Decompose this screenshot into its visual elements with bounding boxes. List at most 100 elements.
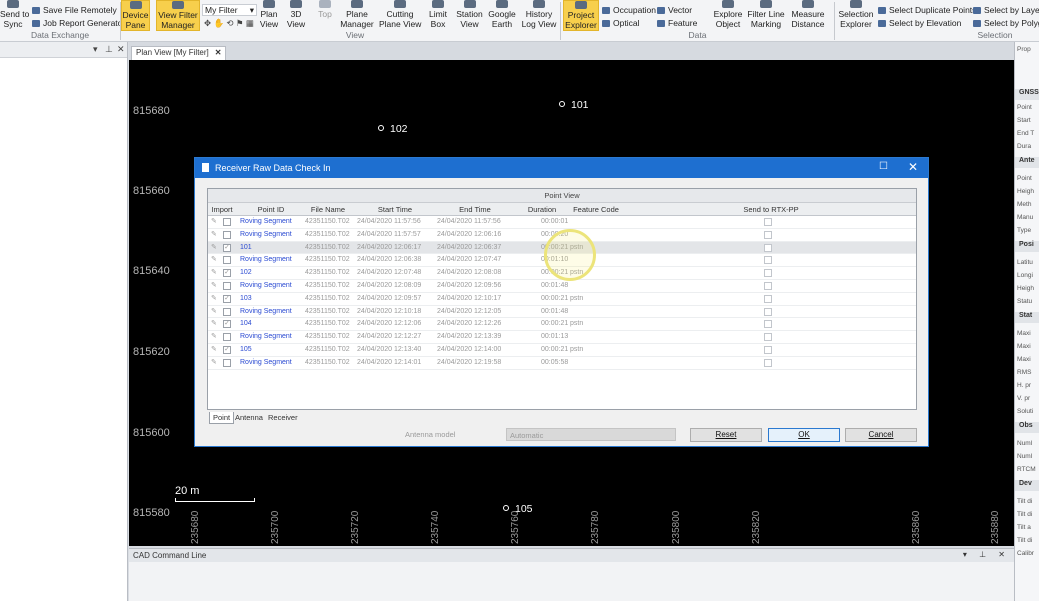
edit-pencil-icon[interactable]: ✎ [211,346,217,354]
filter-line-marking-button[interactable]: Filter Line Marking [746,0,786,29]
occupation-button[interactable]: Occupation [602,5,656,15]
survey-point[interactable]: 101 [559,99,589,111]
project-explorer-button[interactable]: Project Explorer [563,0,599,31]
edit-pencil-icon[interactable]: ✎ [211,333,217,341]
close-icon[interactable]: ✕ [908,160,918,174]
properties-tab[interactable]: Prop [1017,46,1031,53]
history-log-view-button[interactable]: History Log View [521,0,557,29]
section-gnss[interactable]: GNSS [1015,89,1039,100]
section-position[interactable]: Posi [1015,241,1039,252]
select-duplicate-points-button[interactable]: Select Duplicate Points [878,5,976,15]
edit-pencil-icon[interactable]: ✎ [211,231,217,239]
send-to-rtx-checkbox[interactable] [764,307,772,316]
import-checkbox[interactable]: ✓ [223,320,231,329]
import-checkbox[interactable] [223,230,231,239]
column-header[interactable]: Send to RTX-PP [628,205,914,214]
view-filter-manager-button[interactable]: View Filter Manager [156,0,200,31]
import-checkbox[interactable]: ✓ [223,269,231,278]
optical-button[interactable]: Optical [602,18,639,28]
send-to-rtx-checkbox[interactable] [764,218,772,226]
table-row[interactable]: ✎ ✓ 104 42351150.T02 24/04/2020 12:12:06 24/0… [208,318,916,332]
survey-point[interactable]: 102 [378,123,408,135]
tab-plan-view[interactable]: Plan View [My Filter] ✕ [131,46,227,60]
feature-button[interactable]: Feature [657,18,697,28]
select-by-polygon-button[interactable]: Select by Polyg [973,18,1039,28]
import-checkbox[interactable] [223,281,231,290]
edit-pencil-icon[interactable]: ✎ [211,282,217,290]
import-checkbox[interactable]: ✓ [223,345,231,354]
top-view-button[interactable]: Top [314,0,336,19]
panel-controls[interactable]: ▾ ⊥ ✕ [963,550,1010,559]
send-to-rtx-checkbox[interactable] [764,320,772,329]
maximize-icon[interactable]: ☐ [879,161,888,172]
vector-button[interactable]: Vector [657,5,692,15]
edit-pencil-icon[interactable]: ✎ [211,320,217,328]
reset-button[interactable]: Reset [690,428,762,442]
pane-dropdown-icon[interactable]: ▾ [93,44,98,55]
select-by-layer-button[interactable]: Select by Layer [973,5,1039,15]
column-header[interactable]: Duration [516,205,568,214]
tab-point[interactable]: Point [209,412,235,424]
ok-button[interactable]: OK [768,428,840,442]
send-to-rtx-checkbox[interactable] [764,281,772,290]
import-checkbox[interactable]: ✓ [223,294,231,303]
selection-explorer-button[interactable]: Selection Explorer [837,0,875,29]
tab-antenna[interactable]: Antenna [232,412,266,423]
send-to-rtx-checkbox[interactable] [764,358,772,367]
section-observations[interactable]: Obs [1015,422,1039,433]
send-to-rtx-checkbox[interactable] [764,243,772,252]
3d-view-button[interactable]: 3D View [284,0,308,29]
send-to-rtx-checkbox[interactable] [764,294,772,303]
plan-view-button[interactable]: Plan View [258,0,280,29]
send-to-sync-button[interactable]: Send to Sync [0,0,29,29]
edit-pencil-icon[interactable]: ✎ [211,359,217,367]
edit-pencil-icon[interactable]: ✎ [211,269,217,277]
plane-manager-button[interactable]: Plane Manager [340,0,374,29]
limit-box-button[interactable]: Limit Box [426,0,450,29]
import-checkbox[interactable] [223,256,231,265]
column-header[interactable]: Point ID [236,205,306,214]
send-to-rtx-checkbox[interactable] [764,230,772,239]
filter-select[interactable]: My Filter ▾ [202,4,257,16]
table-row[interactable]: ✎ Roving Segment 42351150.T02 24/04/2020 12… [208,280,916,293]
import-checkbox[interactable] [223,358,231,367]
import-checkbox[interactable] [223,333,231,342]
column-header[interactable]: End Time [436,205,514,214]
table-row[interactable]: ✎ Roving Segment 42351150.T02 24/04/2020 12… [208,357,916,370]
send-to-rtx-checkbox[interactable] [764,269,772,278]
send-to-rtx-checkbox[interactable] [764,345,772,354]
edit-pencil-icon[interactable]: ✎ [211,218,217,226]
edit-pencil-icon[interactable]: ✎ [211,244,217,252]
measure-distance-button[interactable]: Measure Distance [788,0,828,29]
table-row[interactable]: ✎ Roving Segment 42351150.T02 24/04/2020 12… [208,306,916,319]
send-to-rtx-checkbox[interactable] [764,256,772,265]
section-device[interactable]: Dev [1015,480,1039,491]
table-row[interactable]: ✎ Roving Segment 42351150.T02 24/04/2020 12… [208,331,916,344]
table-row[interactable]: ✎ Roving Segment 42351150.T02 24/04/2020 11… [208,216,916,229]
pin-icon[interactable]: ⊥ [105,44,113,55]
column-header[interactable]: Feature Code [570,205,622,214]
section-antenna[interactable]: Ante [1015,157,1039,168]
google-earth-button[interactable]: Google Earth [487,0,517,29]
device-pane-button[interactable]: Device Pane [121,0,150,31]
column-header[interactable]: File Name [304,205,352,214]
import-checkbox[interactable] [223,307,231,316]
edit-pencil-icon[interactable]: ✎ [211,308,217,316]
close-icon[interactable]: ✕ [117,44,125,55]
select-by-elevation-button[interactable]: Select by Elevation [878,18,961,28]
section-statistics[interactable]: Stat [1015,312,1039,323]
close-icon[interactable]: ✕ [215,48,222,57]
antenna-model-field[interactable]: Automatic [506,428,676,441]
cutting-plane-view-button[interactable]: Cutting Plane View [379,0,421,29]
import-checkbox[interactable] [223,218,231,226]
column-header[interactable]: Import [210,205,234,214]
survey-point[interactable]: 105 [503,503,533,515]
job-report-generator-button[interactable]: Job Report Generator [32,18,125,28]
send-to-rtx-checkbox[interactable] [764,333,772,342]
column-header[interactable]: Start Time [356,205,434,214]
table-row[interactable]: ✎ ✓ 105 42351150.T02 24/04/2020 12:13:40 24/0… [208,344,916,357]
explore-object-button[interactable]: Explore Object [712,0,744,29]
edit-pencil-icon[interactable]: ✎ [211,295,217,303]
edit-pencil-icon[interactable]: ✎ [211,256,217,264]
station-view-button[interactable]: Station View [455,0,484,29]
